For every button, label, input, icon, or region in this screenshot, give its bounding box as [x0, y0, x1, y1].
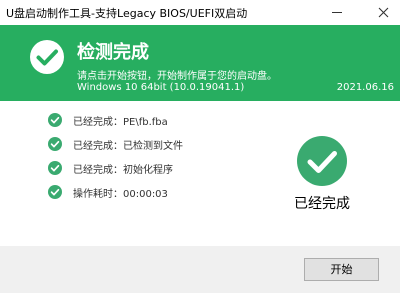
- start-button[interactable]: 开始: [304, 258, 379, 281]
- check-icon: [48, 161, 62, 175]
- close-button[interactable]: [366, 0, 400, 25]
- step-text: 操作耗时：00:00:03: [73, 188, 168, 200]
- completion-status: 已经完成: [282, 135, 362, 213]
- step-item: 已经完成：已检测到文件: [48, 136, 183, 152]
- check-icon: [48, 137, 62, 151]
- window-title: U盘启动制作工具-支持Legacy BIOS/UEFI双启动: [6, 7, 248, 20]
- check-icon: [48, 113, 62, 127]
- check-circle-icon: [297, 136, 347, 186]
- step-item: 已经完成：初始化程序: [48, 160, 173, 176]
- os-info: Windows 10 64bit (10.0.19041.1): [77, 82, 245, 93]
- step-item: 操作耗时：00:00:03: [48, 184, 168, 200]
- app-window: U盘启动制作工具-支持Legacy BIOS/UEFI双启动 检测完成 请点击开…: [0, 0, 400, 293]
- date-label: 2021.06.16: [336, 82, 394, 93]
- banner-title: 检测完成: [77, 42, 149, 63]
- close-icon: [378, 7, 389, 18]
- status-label: 已经完成: [294, 196, 350, 212]
- result-banner: 检测完成 请点击开始按钮，开始制作属于您的启动盘。 Windows 10 64b…: [0, 25, 400, 101]
- step-text: 已经完成：初始化程序: [73, 164, 173, 176]
- minimize-button[interactable]: [320, 0, 354, 25]
- step-text: 已经完成：已检测到文件: [73, 140, 183, 152]
- title-bar: U盘启动制作工具-支持Legacy BIOS/UEFI双启动: [0, 0, 400, 25]
- check-circle-icon: [30, 40, 64, 74]
- step-text: 已经完成：PE\fb.fba: [73, 116, 168, 128]
- banner-subtitle: 请点击开始按钮，开始制作属于您的启动盘。: [77, 71, 277, 82]
- content-panel: 已经完成：PE\fb.fba 已经完成：已检测到文件 已经完成：初始化程序 操作…: [0, 101, 400, 246]
- check-icon: [48, 185, 62, 199]
- step-item: 已经完成：PE\fb.fba: [48, 112, 168, 128]
